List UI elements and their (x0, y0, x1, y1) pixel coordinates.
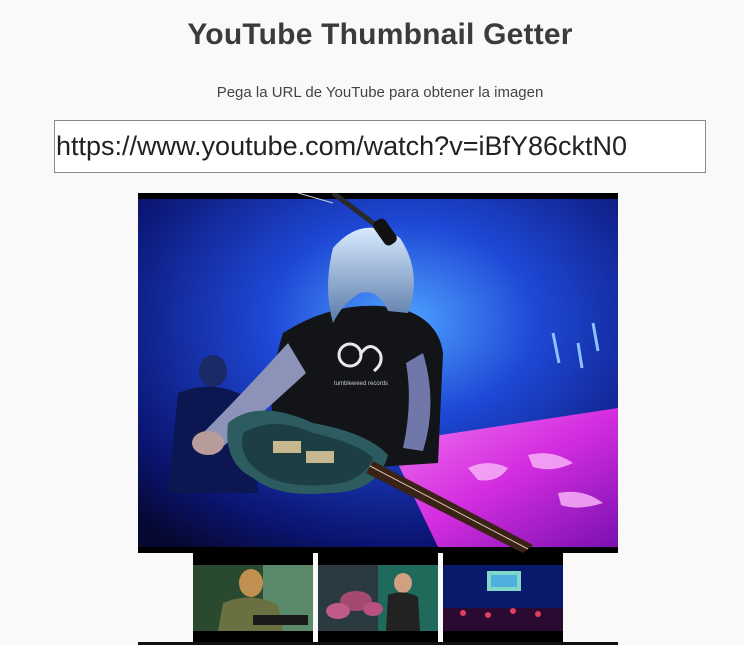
small-thumbnail-3[interactable] (443, 553, 563, 643)
small-thumbnail-1[interactable] (193, 553, 313, 643)
page-subtitle: Pega la URL de YouTube para obtener la i… (216, 84, 544, 101)
small-thumbnail-1-graphic (193, 553, 313, 643)
small-thumbnail-2[interactable] (318, 553, 438, 643)
page: YouTube Thumbnail Getter Pega la URL de … (0, 0, 744, 645)
small-thumbnail-2-graphic (318, 553, 438, 643)
small-thumbnail-3-graphic (443, 553, 563, 643)
main-thumbnail-graphic: tumbleweed records (138, 193, 618, 553)
page-title: YouTube Thumbnail Getter (187, 18, 573, 51)
url-input[interactable] (54, 120, 706, 173)
main-thumbnail-image[interactable]: tumbleweed records (138, 193, 618, 553)
shirt-text: tumbleweed records (334, 381, 388, 387)
